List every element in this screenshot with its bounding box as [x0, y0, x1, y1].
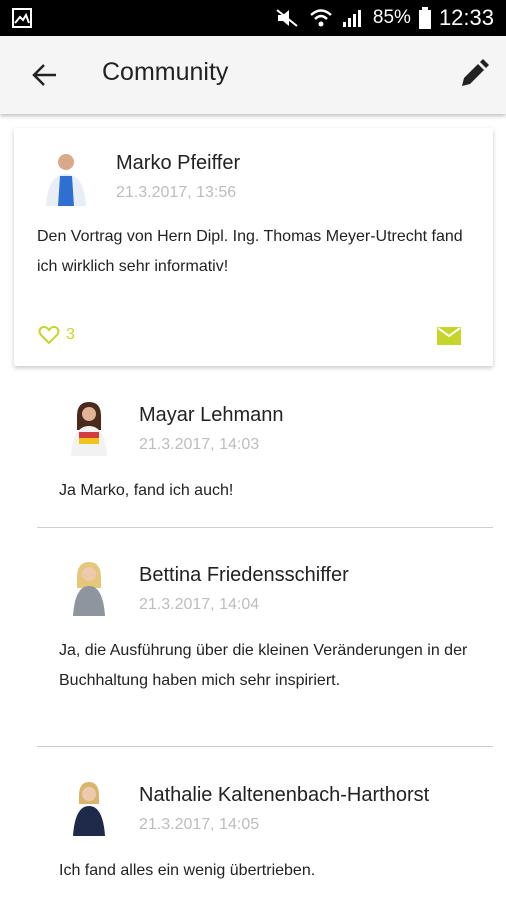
mail-icon[interactable] — [437, 327, 461, 345]
reply-author: Mayar Lehmann — [139, 404, 284, 426]
signal-icon — [342, 10, 361, 27]
reply-text: Ja, die Ausführung über die kleinen Verä… — [59, 642, 468, 689]
mute-icon — [276, 9, 298, 27]
post-text: Den Vortrag von Hern Dipl. Ing. Thomas M… — [37, 228, 463, 275]
avatar — [73, 562, 105, 616]
heart-icon — [38, 325, 60, 345]
reply-item[interactable]: Bettina Friedensschiffer 21.3.2017, 14:0… — [37, 560, 493, 746]
reply-date: 21.3.2017, 14:05 — [139, 816, 260, 833]
battery-percentage: 85% — [372, 7, 411, 28]
reply-item[interactable]: Mayar Lehmann 21.3.2017, 14:03 Ja Marko,… — [37, 400, 493, 526]
battery-icon — [418, 7, 431, 29]
post-card[interactable]: Marko Pfeiffer 21.3.2017, 13:56 Den Vort… — [14, 128, 493, 366]
like-count: 3 — [66, 326, 75, 343]
reply-text: Ja Marko, fand ich auch! — [59, 482, 234, 499]
post-author: Marko Pfeiffer — [116, 152, 241, 174]
status-bar: 85% 12:33 — [0, 0, 506, 36]
avatar — [73, 782, 105, 836]
reply-author: Bettina Friedensschiffer — [139, 564, 349, 586]
divider — [37, 527, 493, 528]
wifi-icon — [310, 9, 332, 27]
clock: 12:33 — [438, 5, 494, 30]
page-title: Community — [102, 58, 229, 86]
avatar — [46, 154, 86, 206]
reply-date: 21.3.2017, 14:03 — [139, 436, 260, 453]
avatar — [71, 402, 107, 456]
divider — [37, 746, 493, 747]
gallery-notification-icon — [12, 8, 32, 28]
reply-text: Ich fand alles ein wenig übertrieben. — [59, 862, 316, 879]
back-arrow-icon[interactable] — [30, 60, 60, 90]
edit-pencil-icon[interactable] — [458, 58, 490, 90]
like-button[interactable]: 3 — [38, 325, 75, 345]
reply-item[interactable]: Nathalie Kaltenenbach-Harthorst 21.3.201… — [37, 780, 493, 890]
reply-date: 21.3.2017, 14:04 — [139, 596, 260, 613]
app-bar: Community — [0, 36, 506, 114]
post-date: 21.3.2017, 13:56 — [116, 184, 237, 201]
reply-author: Nathalie Kaltenenbach-Harthorst — [139, 784, 430, 806]
